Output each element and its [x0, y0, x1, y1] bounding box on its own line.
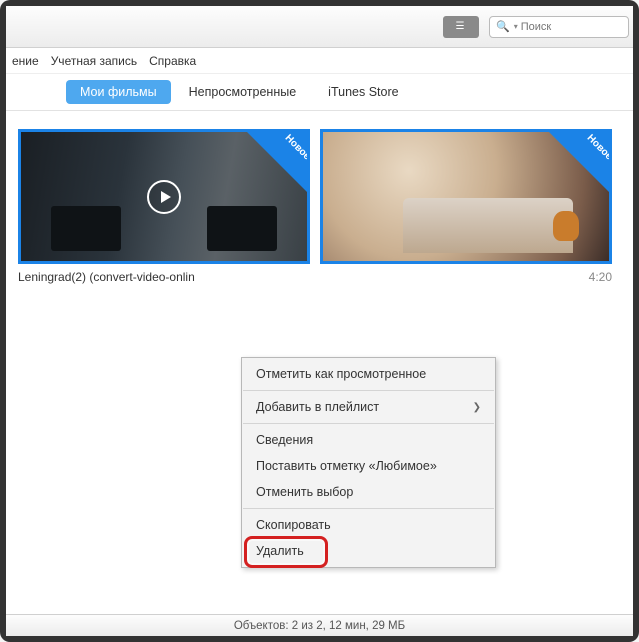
chevron-right-icon: ❯ — [473, 402, 481, 413]
movie-card[interactable]: Новое Leningrad(2) (convert-video-onlin — [18, 129, 310, 284]
tab-my-movies[interactable]: Мои фильмы — [66, 80, 171, 104]
ctx-deselect[interactable]: Отменить выбор — [242, 479, 495, 505]
chevron-down-icon: ▾ — [514, 22, 518, 31]
tabs-bar: Мои фильмы Непросмотренные iTunes Store — [6, 74, 633, 110]
status-bar: Объектов: 2 из 2, 12 мин, 29 МБ — [6, 614, 633, 636]
ctx-mark-favorite[interactable]: Поставить отметку «Любимое» — [242, 453, 495, 479]
movies-row: Новое Leningrad(2) (convert-video-onlin … — [18, 129, 621, 284]
menu-item-help[interactable]: Справка — [149, 54, 196, 68]
title-bar: ☰ 🔍 ▾ — [6, 6, 633, 48]
view-list-button[interactable]: ☰ — [443, 16, 479, 38]
search-input[interactable] — [521, 21, 622, 33]
play-icon[interactable] — [147, 180, 181, 214]
ctx-add-playlist[interactable]: Добавить в плейлист ❯ — [242, 394, 495, 420]
menu-item-fragment[interactable]: ение — [12, 54, 39, 68]
ctx-mark-watched[interactable]: Отметить как просмотренное — [242, 361, 495, 387]
ctx-copy[interactable]: Скопировать — [242, 512, 495, 538]
ctx-label: Удалить — [256, 544, 304, 558]
movie-thumbnail[interactable]: Новое — [18, 129, 310, 264]
search-box[interactable]: 🔍 ▾ — [489, 16, 629, 38]
context-menu: Отметить как просмотренное Добавить в пл… — [241, 357, 496, 568]
movie-title: Leningrad(2) (convert-video-onlin — [18, 270, 195, 284]
ctx-delete[interactable]: Удалить — [242, 538, 495, 564]
separator — [243, 508, 494, 509]
separator — [243, 390, 494, 391]
menu-bar: ение Учетная запись Справка — [6, 48, 633, 74]
movie-duration: 4:20 — [589, 270, 612, 284]
ctx-label: Отменить выбор — [256, 485, 353, 499]
ctx-label: Отметить как просмотренное — [256, 367, 426, 381]
movie-card[interactable]: Новое 4:20 — [320, 129, 612, 284]
tab-itunes-store[interactable]: iTunes Store — [314, 80, 412, 104]
movie-thumbnail[interactable]: Новое — [320, 129, 612, 264]
status-text: Объектов: 2 из 2, 12 мин, 29 МБ — [234, 620, 405, 632]
separator — [243, 423, 494, 424]
ctx-label: Добавить в плейлист — [256, 400, 379, 414]
search-icon: 🔍 — [496, 20, 510, 33]
ctx-info[interactable]: Сведения — [242, 427, 495, 453]
tab-unwatched[interactable]: Непросмотренные — [175, 80, 311, 104]
ctx-label: Поставить отметку «Любимое» — [256, 459, 437, 473]
list-icon: ☰ — [456, 21, 467, 32]
ctx-label: Сведения — [256, 433, 313, 447]
app-window: — □ ✕ ☰ 🔍 ▾ ение Учетная запись Справка — [6, 6, 633, 636]
content-area: Новое Leningrad(2) (convert-video-onlin … — [6, 110, 633, 614]
menu-item-account[interactable]: Учетная запись — [51, 54, 137, 68]
ctx-label: Скопировать — [256, 518, 331, 532]
